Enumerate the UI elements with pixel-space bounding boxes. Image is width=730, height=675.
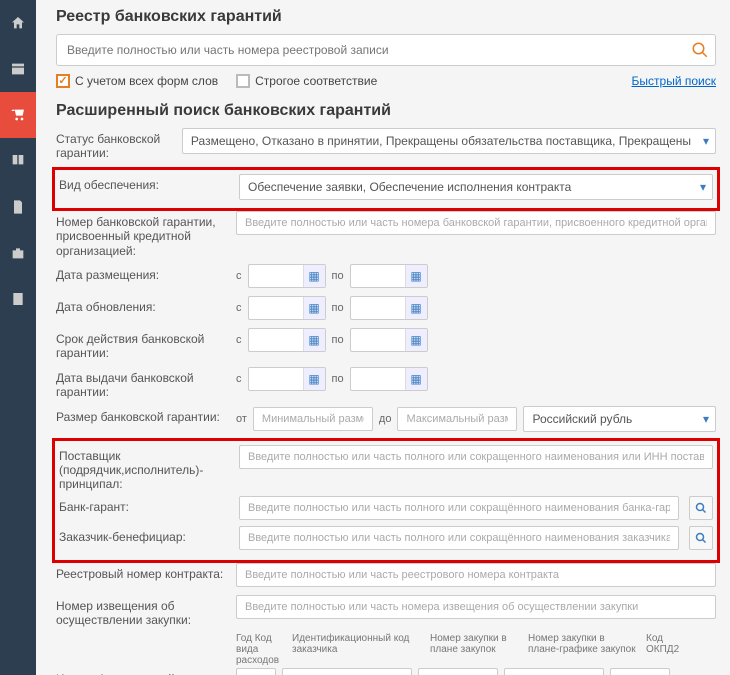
ikz-plan-num[interactable]	[418, 668, 498, 675]
nav-cart[interactable]	[0, 92, 36, 138]
row-contract: Реестровый номер контракта:	[56, 563, 716, 589]
calendar-icon: ▦	[303, 265, 325, 287]
customer-search-button[interactable]	[689, 526, 713, 550]
calendar-icon: ▦	[303, 297, 325, 319]
search-options: С учетом всех форм слов Строгое соответс…	[56, 74, 716, 88]
number-input[interactable]	[236, 211, 716, 235]
extended-title: Расширенный поиск банковских гарантий	[56, 102, 716, 120]
row-number: Номер банковской гарантии, присвоенный к…	[56, 211, 716, 258]
supplier-input[interactable]	[239, 445, 713, 469]
nav-calendar[interactable]	[0, 46, 36, 92]
chevron-down-icon: ▾	[703, 134, 709, 148]
chk-all-forms[interactable]: С учетом всех форм слов	[56, 74, 218, 88]
type-select[interactable]: Обеспечение заявки, Обеспечение исполнен…	[239, 174, 713, 200]
row-bank: Банк-гарант:	[59, 496, 713, 522]
main-search-input[interactable]	[56, 34, 716, 66]
status-select[interactable]: Размещено, Отказано в принятии, Прекраще…	[182, 128, 716, 154]
date-issued-from[interactable]: ▦	[248, 367, 326, 391]
row-date-issued: Дата выдачи банковской гарантии: с ▦ по …	[56, 367, 716, 400]
checkbox-icon	[56, 74, 70, 88]
calendar-icon: ▦	[405, 297, 427, 319]
ikz-schedule-num[interactable]	[504, 668, 604, 675]
date-updated-from[interactable]: ▦	[248, 296, 326, 320]
page-title: Реестр банковских гарантий	[56, 8, 716, 26]
calendar-icon: ▦	[303, 329, 325, 351]
ikz-year[interactable]	[236, 668, 276, 675]
quick-search-link[interactable]: Быстрый поиск	[632, 74, 716, 88]
bank-search-button[interactable]	[689, 496, 713, 520]
calendar-icon: ▦	[303, 368, 325, 390]
row-size: Размер банковской гарантии: от до Россий…	[56, 406, 716, 432]
nav-book[interactable]	[0, 138, 36, 184]
size-max[interactable]	[397, 407, 517, 431]
highlight-type: Вид обеспечения: Обеспечение заявки, Обе…	[52, 167, 720, 211]
nav-notes[interactable]	[0, 276, 36, 322]
calendar-icon: ▦	[405, 329, 427, 351]
date-updated-to[interactable]: ▦	[350, 296, 428, 320]
calendar-icon: ▦	[405, 265, 427, 287]
sidebar	[0, 0, 36, 675]
date-valid-from[interactable]: ▦	[248, 328, 326, 352]
main-search	[56, 34, 716, 66]
row-ikz: Идентификационный код закупки (ИКЗ):i	[56, 668, 716, 675]
main-content: Реестр банковских гарантий С учетом всех…	[36, 0, 730, 675]
currency-select[interactable]: Российский рубль ▾	[523, 406, 716, 432]
highlight-parties: Поставщик (подрядчик,исполнитель)-принци…	[52, 438, 720, 563]
row-supplier: Поставщик (подрядчик,исполнитель)-принци…	[59, 445, 713, 492]
contract-input[interactable]	[236, 563, 716, 587]
nav-doc[interactable]	[0, 184, 36, 230]
bank-input[interactable]	[239, 496, 679, 520]
chk-strict[interactable]: Строгое соответствие	[236, 74, 377, 88]
row-date-valid: Срок действия банковской гарантии: с ▦ п…	[56, 328, 716, 361]
calendar-icon: ▦	[405, 368, 427, 390]
row-type: Вид обеспечения: Обеспечение заявки, Обе…	[59, 174, 713, 200]
date-placed-from[interactable]: ▦	[248, 264, 326, 288]
date-issued-to[interactable]: ▦	[350, 367, 428, 391]
date-valid-to[interactable]: ▦	[350, 328, 428, 352]
chevron-down-icon: ▾	[700, 180, 706, 194]
ikz-okpd[interactable]	[610, 668, 670, 675]
row-customer: Заказчик-бенефициар:	[59, 526, 713, 552]
row-status: Статус банковской гарантии: Размещено, О…	[56, 128, 716, 161]
ikz-customer-code[interactable]	[282, 668, 412, 675]
nav-home[interactable]	[0, 0, 36, 46]
ikz-headers: Год Код вида расходов Идентификационный …	[236, 633, 716, 666]
notice-input[interactable]	[236, 595, 716, 619]
size-min[interactable]	[253, 407, 373, 431]
row-date-updated: Дата обновления: с ▦ по ▦	[56, 296, 716, 322]
nav-briefcase[interactable]	[0, 230, 36, 276]
customer-input[interactable]	[239, 526, 679, 550]
checkbox-icon	[236, 74, 250, 88]
row-date-placed: Дата размещения: с ▦ по ▦	[56, 264, 716, 290]
row-notice: Номер извещения об осуществлении закупки…	[56, 595, 716, 628]
main-search-button[interactable]	[686, 36, 714, 64]
date-placed-to[interactable]: ▦	[350, 264, 428, 288]
chevron-down-icon: ▾	[703, 412, 709, 426]
